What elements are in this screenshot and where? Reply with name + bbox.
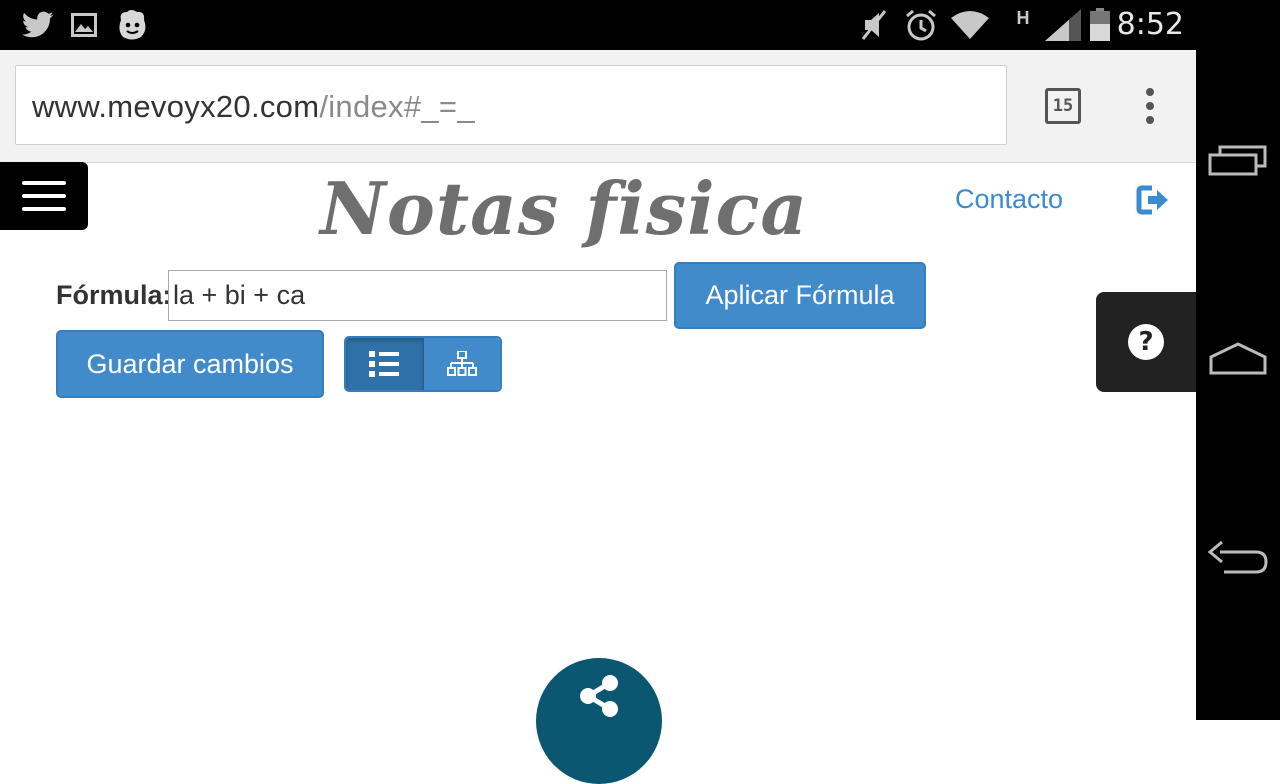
url-path: /index#_=_ <box>319 89 475 124</box>
browser-toolbar: www.mevoyx20.com/index#_=_ 15 <box>0 50 1196 163</box>
clock: 8:52 <box>1116 7 1184 42</box>
url-bar[interactable]: www.mevoyx20.com/index#_=_ <box>15 65 1007 145</box>
view-toggle-group <box>344 336 502 392</box>
recent-apps-button[interactable] <box>1196 120 1280 200</box>
recent-apps-icon <box>1208 145 1267 176</box>
formula-label: Fórmula: <box>56 280 172 310</box>
status-bar: H 8:52 <box>0 0 1196 50</box>
image-icon <box>70 0 98 50</box>
tab-count: 15 <box>1052 96 1074 116</box>
apply-formula-button[interactable]: Aplicar Fórmula <box>674 262 926 329</box>
wifi-icon <box>950 0 990 50</box>
tab-switcher-button[interactable]: 15 <box>1045 88 1081 124</box>
navigation-bar <box>1196 0 1280 720</box>
url-domain: www.mevoyx20.com <box>32 89 320 124</box>
home-icon <box>1209 342 1267 375</box>
list-view-icon <box>369 351 400 377</box>
back-icon <box>1207 540 1268 574</box>
formula-input[interactable]: la + bi + ca <box>168 270 667 321</box>
back-button[interactable] <box>1196 518 1280 598</box>
hamburger-menu-icon[interactable] <box>0 162 88 230</box>
twitter-icon <box>20 0 56 50</box>
help-tab[interactable]: ? <box>1096 292 1196 392</box>
logout-icon[interactable] <box>1136 184 1170 216</box>
help-icon: ? <box>1128 324 1164 360</box>
signal-icon <box>1044 0 1082 50</box>
url-text[interactable]: www.mevoyx20.com/index#_=_ <box>32 66 475 146</box>
save-changes-button[interactable]: Guardar cambios <box>56 330 324 398</box>
page-title: Notas fisica <box>320 166 809 251</box>
home-button[interactable] <box>1196 318 1280 398</box>
alarm-icon <box>904 0 938 50</box>
overflow-menu-icon[interactable] <box>1136 88 1164 124</box>
face-app-icon <box>114 0 150 50</box>
mute-icon <box>858 0 890 50</box>
tree-view-button[interactable] <box>423 338 500 390</box>
tree-view-icon <box>446 351 477 376</box>
list-view-button[interactable] <box>346 338 424 390</box>
network-type: H <box>1016 8 1030 28</box>
battery-icon <box>1088 0 1112 50</box>
contact-link[interactable]: Contacto <box>955 184 1063 215</box>
share-icon <box>580 675 618 717</box>
share-button[interactable] <box>536 658 662 784</box>
